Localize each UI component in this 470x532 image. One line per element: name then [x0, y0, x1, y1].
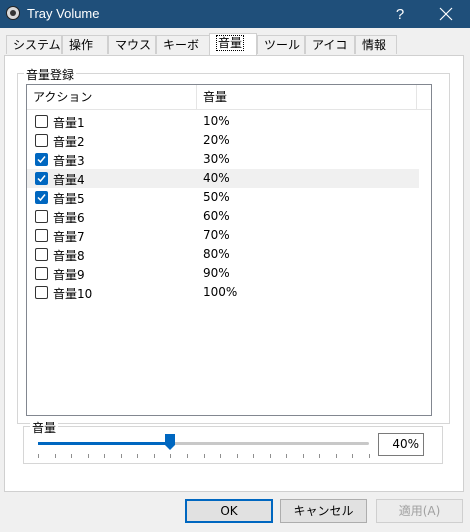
slider-tick [236, 454, 238, 458]
slider-tick [352, 454, 354, 458]
window-title: Tray Volume [27, 6, 100, 21]
volume-slider-label: 音量 [30, 419, 59, 436]
tab-icon[interactable]: アイコン [305, 35, 355, 70]
checkmark-icon [37, 194, 46, 202]
slider-tick [153, 454, 155, 458]
list-item-action: 音量6 [53, 211, 85, 225]
checkbox[interactable] [35, 134, 48, 147]
slider-tick [253, 454, 255, 458]
speaker-app-icon[interactable] [6, 6, 20, 20]
tab-mouse[interactable]: マウス [108, 35, 156, 54]
tab-strip: システム 操作 マウス キーボード 音量 ツール アイコン 情報 [4, 33, 464, 70]
checkbox[interactable] [35, 229, 48, 242]
list-item-volume: 20% [203, 133, 230, 147]
slider-tick [38, 454, 39, 458]
list-item-volume: 10% [203, 114, 230, 128]
cancel-button[interactable]: キャンセル [280, 499, 367, 523]
title-bar: Tray Volume ? [0, 0, 470, 28]
tab-keyboard[interactable]: キーボード [156, 35, 210, 70]
help-button[interactable]: ? [378, 0, 422, 28]
list-item[interactable]: 音量10 100% [27, 283, 419, 302]
tab-operation[interactable]: 操作 [62, 35, 108, 54]
slider-tick [71, 454, 73, 458]
checkmark-icon [37, 175, 46, 183]
slider-tick [170, 454, 172, 458]
checkmark-icon [37, 156, 46, 164]
list-item-volume: 70% [203, 228, 230, 242]
slider-tick [369, 454, 370, 458]
list-item[interactable]: 音量4 40% [27, 169, 419, 188]
volume-slider-fill [38, 442, 171, 445]
list-item-volume: 90% [203, 266, 230, 280]
slider-tick [335, 454, 337, 458]
tab-system[interactable]: システム [6, 35, 62, 54]
volume-registration-label: 音量登録 [24, 66, 77, 83]
tab-volume[interactable]: 音量 [209, 33, 257, 55]
volume-action-list[interactable]: アクション 音量 音量1 10% 音量2 20% 音量3 30% 音量4 40% 音量5 50% 音… [26, 84, 432, 416]
checkbox[interactable] [35, 286, 48, 299]
list-item-volume: 100% [203, 285, 238, 299]
list-item[interactable]: 音量2 20% [27, 131, 419, 150]
list-item[interactable]: 音量5 50% [27, 188, 419, 207]
list-item-volume: 40% [203, 171, 230, 185]
list-item-action: 音量4 [53, 173, 85, 187]
list-item-volume: 80% [203, 247, 230, 261]
column-header-volume[interactable]: 音量 [197, 85, 417, 109]
list-item-volume: 50% [203, 190, 230, 204]
list-item[interactable]: 音量7 70% [27, 226, 419, 245]
list-item-action: 音量1 [53, 116, 85, 130]
list-item-action: 音量2 [53, 135, 85, 149]
checkbox[interactable] [35, 248, 48, 261]
volume-slider-thumb[interactable] [165, 434, 176, 450]
list-item-volume: 30% [203, 152, 230, 166]
checkbox-checked[interactable] [35, 172, 48, 185]
volume-value-field[interactable]: 40% [378, 433, 424, 456]
volume-slider-track[interactable] [38, 442, 369, 445]
slider-tick [302, 454, 304, 458]
close-button[interactable] [424, 0, 468, 28]
checkbox[interactable] [35, 210, 48, 223]
checkbox-checked[interactable] [35, 191, 48, 204]
list-item-action: 音量9 [53, 268, 85, 282]
column-header-action[interactable]: アクション [27, 85, 197, 109]
close-icon [439, 7, 453, 21]
list-item[interactable]: 音量3 30% [27, 150, 419, 169]
slider-tick [54, 454, 56, 458]
checkbox-checked[interactable] [35, 153, 48, 166]
slider-tick [137, 454, 139, 458]
list-item[interactable]: 音量6 60% [27, 207, 419, 226]
tab-tools[interactable]: ツール [257, 35, 305, 54]
list-item-action: 音量5 [53, 192, 85, 206]
list-item[interactable]: 音量9 90% [27, 264, 419, 283]
ok-button[interactable]: OK [185, 499, 273, 523]
list-item-action: 音量7 [53, 230, 85, 244]
slider-tick [120, 454, 122, 458]
list-item[interactable]: 音量8 80% [27, 245, 419, 264]
list-item-action: 音量3 [53, 154, 85, 168]
slider-tick [286, 454, 288, 458]
tab-panel-volume: 音量登録 アクション 音量 音量1 10% 音量2 20% 音量3 30% 音量4 40% 音量… [4, 55, 464, 492]
tab-info[interactable]: 情報 [355, 35, 397, 54]
list-item-action: 音量10 [53, 287, 93, 301]
volume-registration-group: 音量登録 アクション 音量 音量1 10% 音量2 20% 音量3 30% 音量4 40% 音量… [17, 66, 450, 424]
slider-tick [186, 454, 188, 458]
slider-tick [203, 454, 205, 458]
slider-tick [104, 454, 106, 458]
volume-slider-group: 音量 40% [23, 419, 443, 464]
checkbox[interactable] [35, 267, 48, 280]
checkbox[interactable] [35, 115, 48, 128]
slider-tick [319, 454, 321, 458]
list-item-volume: 60% [203, 209, 230, 223]
list-header: アクション 音量 [27, 85, 431, 110]
slider-tick [269, 454, 271, 458]
list-item[interactable]: 音量1 10% [27, 112, 419, 131]
slider-tick [220, 454, 222, 458]
apply-button[interactable]: 適用(A) [376, 499, 463, 523]
list-item-action: 音量8 [53, 249, 85, 263]
slider-tick [87, 454, 89, 458]
